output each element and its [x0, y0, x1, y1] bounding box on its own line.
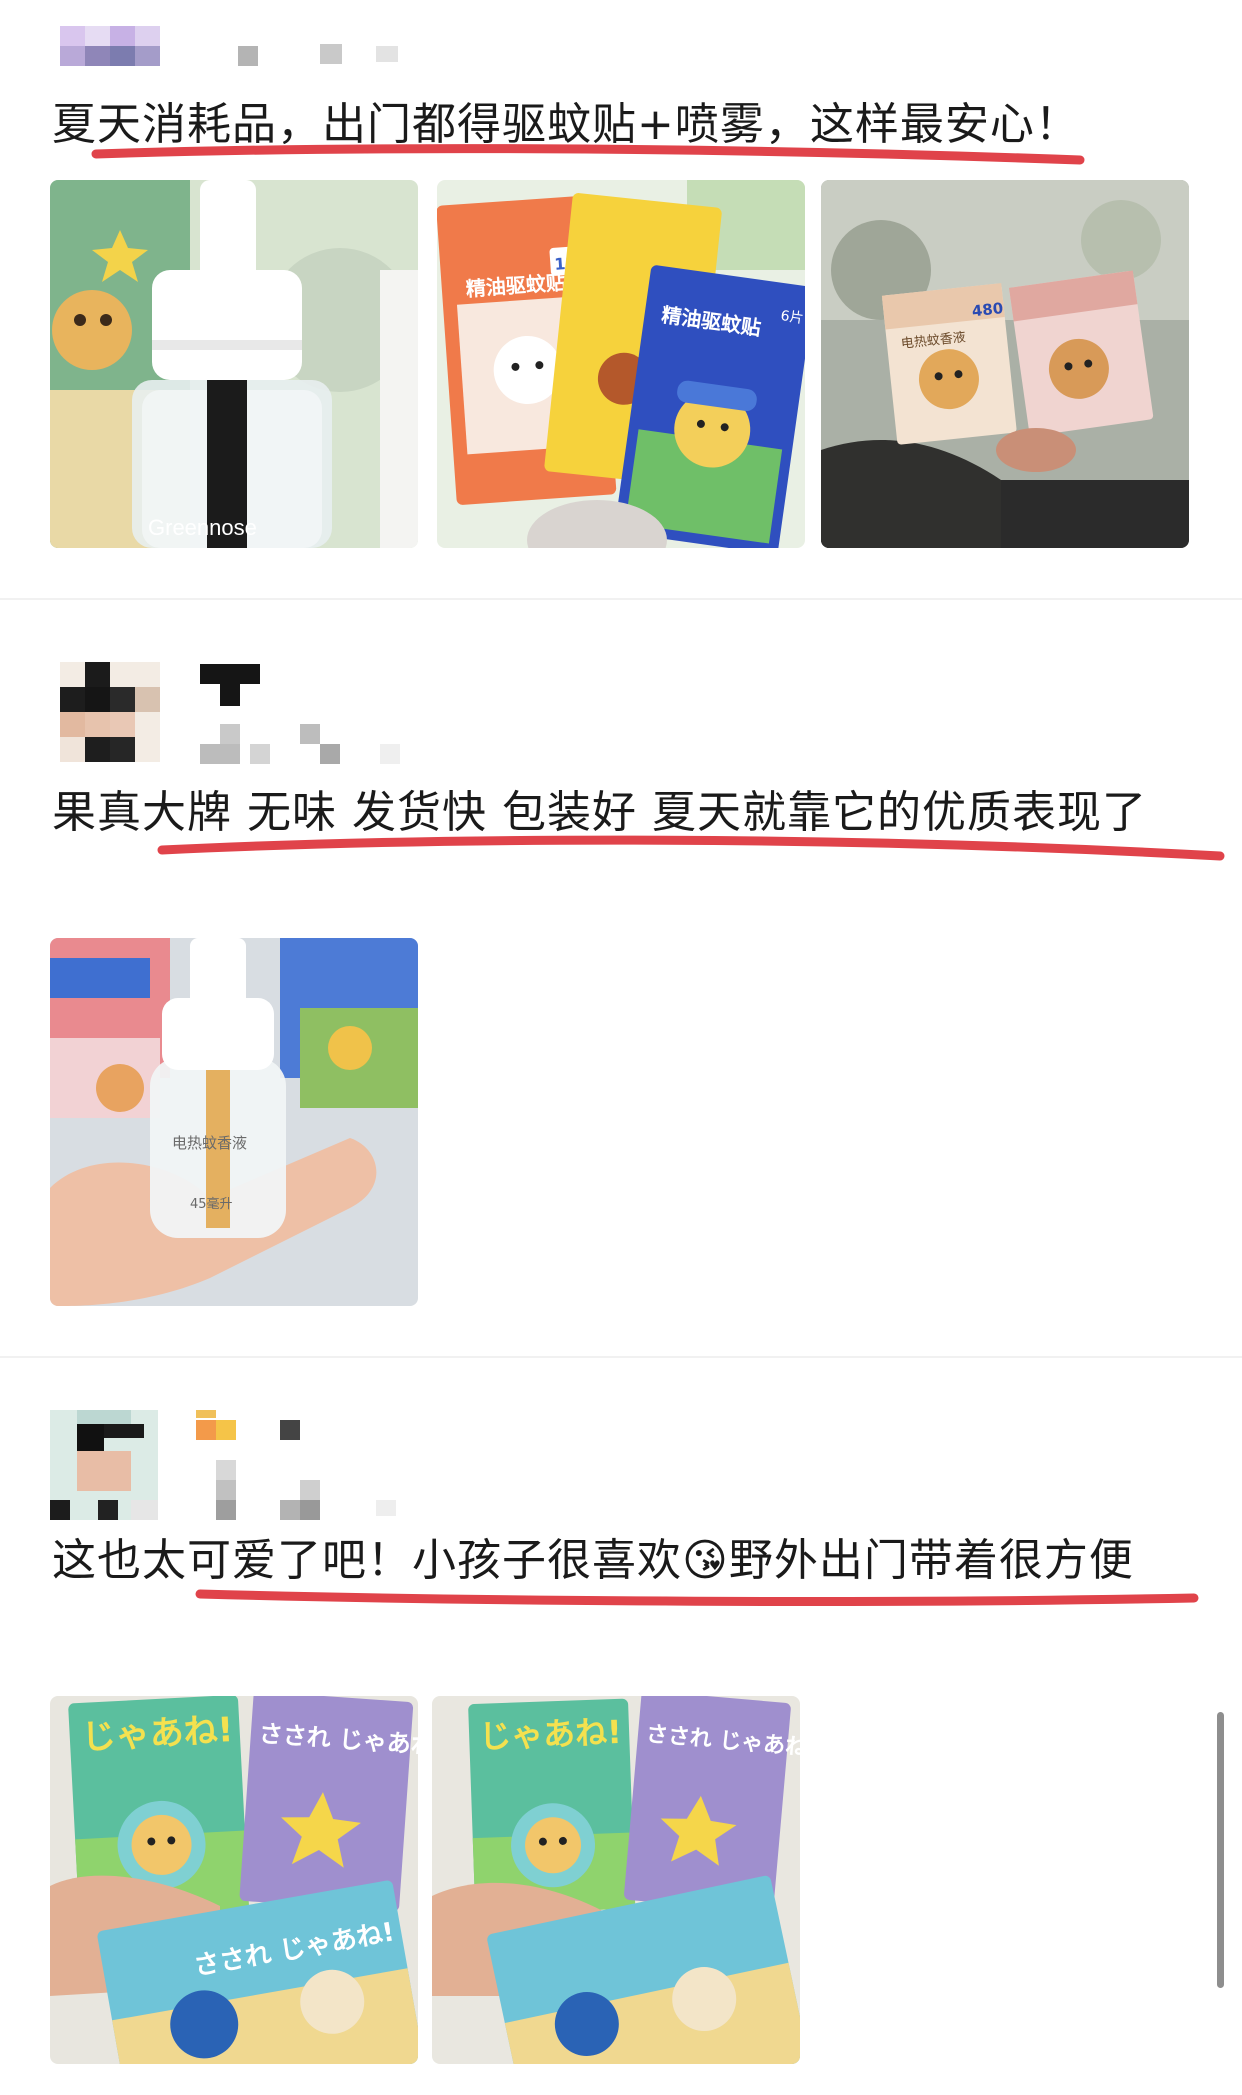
review-photo[interactable]: じゃあね! さされ じゃあね! [432, 1696, 800, 2064]
review-2: 果真大牌 无味 发货快 包装好 夏天就靠它的优质表现了 电热蚊香液 45毫升 [0, 600, 1242, 1356]
username-blurred [200, 664, 410, 764]
bottle-label: 电热蚊香液 [172, 1134, 247, 1152]
review-photo[interactable]: 精油驱蚊贴 12片 精油驱蚊贴 6片 [437, 180, 805, 548]
review-3: 这也太可爱了吧！小孩子很喜欢😘野外出门带着很方便 じゃあね! さされ じゃあね! [0, 1358, 1242, 2095]
username-blurred [238, 44, 404, 66]
brand-label: Greennose [148, 515, 257, 540]
avatar[interactable] [50, 1410, 158, 1520]
scrollbar[interactable] [1217, 1712, 1224, 1988]
red-underline [91, 144, 1085, 165]
avatar[interactable] [60, 662, 160, 762]
red-underline [195, 1589, 1199, 1606]
review-photo[interactable]: Greennose [50, 180, 418, 548]
avatar[interactable] [60, 26, 160, 66]
pack-title: じゃあね! [479, 1713, 623, 1756]
review-photo[interactable]: 480 电热蚊香液 [821, 180, 1189, 548]
review-photo[interactable]: じゃあね! さされ じゃあね! さされ じゃあね! [50, 1696, 418, 2064]
review-1: 夏天消耗品，出门都得驱蚊贴+喷雾，这样最安心！ Greennose 精油驱蚊贴 … [0, 0, 1242, 598]
patch-count-label: 6片 [780, 308, 805, 327]
username-blurred [196, 1410, 406, 1520]
pack-title: じゃあね! [81, 1710, 234, 1758]
bottle-volume-label: 45毫升 [190, 1196, 233, 1212]
red-underline [157, 835, 1225, 861]
liquid-box-label: 480 [971, 299, 1004, 320]
review-photo[interactable]: 电热蚊香液 45毫升 [50, 938, 418, 1306]
